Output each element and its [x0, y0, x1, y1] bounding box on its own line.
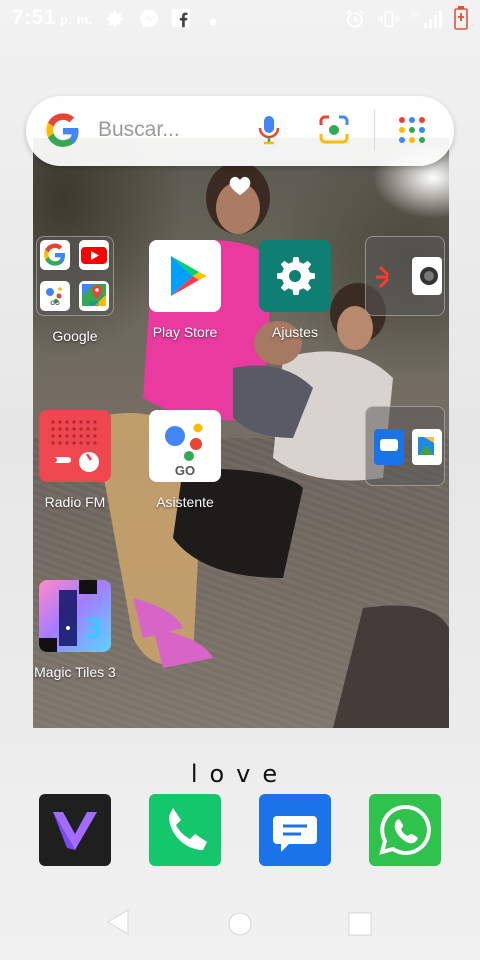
nav-back-button[interactable] — [106, 908, 130, 941]
app-folder-messages[interactable] — [355, 406, 455, 486]
magic-tiles-number: 3 — [84, 612, 104, 645]
app-folder-camera[interactable] — [355, 236, 455, 316]
google-folder-icon: GO GO — [36, 236, 114, 316]
magic-tiles-icon: 3 — [39, 580, 111, 652]
google-assistant-icon: GO — [149, 410, 221, 482]
app-label: Magic Tiles 3 — [34, 664, 116, 680]
search-divider — [374, 110, 375, 150]
clock-ampm: p. m. — [60, 12, 93, 27]
app-asistente[interactable]: GO Asistente — [135, 410, 235, 511]
app-ajustes[interactable]: Ajustes — [245, 240, 345, 341]
messages-icon — [259, 794, 331, 866]
back-triangle-icon — [107, 909, 129, 935]
google-assistant-mini-icon: GO — [40, 281, 70, 311]
apps-grid-icon[interactable] — [396, 114, 428, 151]
nav-recents-button[interactable] — [348, 912, 372, 941]
dock-vidmate[interactable] — [39, 794, 111, 866]
app-radio-fm[interactable]: Radio FM — [25, 410, 125, 511]
google-lens-icon[interactable] — [318, 115, 350, 150]
phone-icon — [149, 794, 221, 866]
app-label: Play Store — [152, 324, 218, 340]
radio-icon — [39, 410, 111, 482]
dock-messages[interactable] — [259, 794, 331, 866]
youtube-mini-icon — [79, 240, 109, 270]
app-label: Radio FM — [44, 494, 106, 510]
clock: 7:51 p. m. — [12, 6, 93, 30]
assistant-go-badge: GO — [50, 301, 60, 307]
signal-icon: H+ — [410, 8, 446, 35]
camera-folder-icon — [365, 236, 445, 316]
messenger-icon — [138, 8, 160, 35]
app-label: Asistente — [156, 494, 214, 510]
battery-low-icon — [454, 6, 468, 35]
search-placeholder[interactable]: Buscar... — [98, 118, 180, 142]
dock-phone[interactable] — [149, 794, 221, 866]
vibrate-icon — [378, 8, 400, 35]
google-search-bar[interactable]: Buscar... — [26, 96, 454, 166]
dock-whatsapp[interactable] — [369, 794, 441, 866]
whatsapp-icon — [369, 794, 441, 866]
app-play-store[interactable]: Play Store — [135, 240, 235, 341]
wallpaper-love-text: love — [190, 760, 290, 788]
messages-folder-icon — [365, 406, 445, 486]
clock-time: 7:51 — [12, 6, 57, 29]
dot-icon — [209, 13, 217, 31]
vidmate-icon — [39, 794, 111, 866]
play-store-icon — [149, 240, 221, 312]
svg-text:H+: H+ — [410, 10, 421, 19]
google-maps-mini-icon: GO — [79, 281, 109, 311]
recents-square-icon — [348, 912, 372, 936]
facebook-icon — [171, 8, 191, 33]
heart-icon — [229, 176, 251, 201]
assistant-go-label: GO — [174, 463, 196, 478]
status-bar: 7:51 p. m. H+ — [0, 0, 480, 38]
microphone-icon[interactable] — [258, 115, 280, 150]
app-label: Ajustes — [272, 324, 318, 340]
app-magic-tiles[interactable]: 3 Magic Tiles 3 — [25, 580, 125, 681]
app-label: Google — [52, 328, 98, 344]
gear-icon — [104, 8, 126, 35]
app-google-folder[interactable]: GO GO Google — [25, 236, 125, 345]
google-mini-icon — [40, 240, 70, 270]
maps-go-badge: GO — [89, 302, 99, 308]
alarm-icon — [344, 8, 366, 35]
nav-home-button[interactable] — [228, 912, 252, 941]
settings-gear-icon — [259, 240, 331, 312]
home-circle-icon — [228, 912, 252, 936]
google-logo-icon — [44, 112, 82, 155]
